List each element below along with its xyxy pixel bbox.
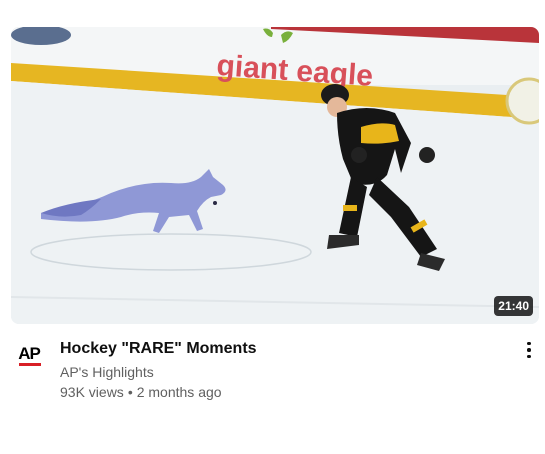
video-details: AP Hockey "RARE" Moments AP's Highlights… — [16, 338, 545, 408]
video-card[interactable]: giant eagle 21:40 AP Hockey "RARE" Momen… — [0, 0, 545, 454]
channel-logo: AP — [18, 343, 41, 363]
channel-avatar[interactable]: AP — [16, 340, 42, 366]
upload-age: 2 months ago — [136, 384, 222, 400]
duration-badge: 21:40 — [494, 296, 533, 316]
more-vert-icon[interactable] — [519, 338, 539, 362]
video-title[interactable]: Hockey "RARE" Moments — [60, 338, 480, 360]
view-count: 93K views — [60, 384, 124, 400]
video-thumbnail[interactable]: giant eagle 21:40 — [11, 27, 539, 324]
stats-separator: • — [127, 384, 133, 400]
channel-name[interactable]: AP's Highlights — [60, 363, 154, 381]
thumbnail-image: giant eagle — [11, 27, 539, 324]
video-stats: 93K views • 2 months ago — [60, 383, 222, 401]
channel-logo-underline — [19, 363, 41, 366]
